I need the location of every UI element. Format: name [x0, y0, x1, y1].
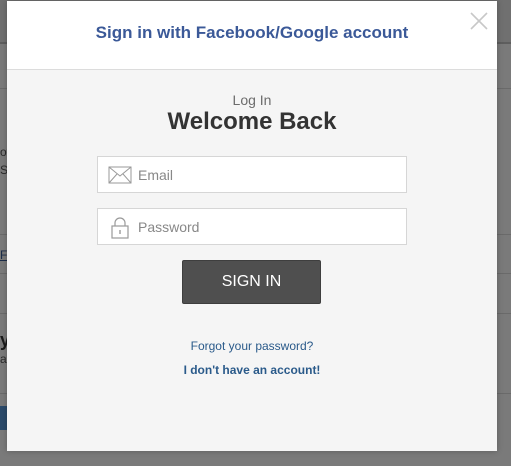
welcome-title: Welcome Back	[167, 108, 337, 135]
login-kicker: Log In	[232, 92, 272, 108]
social-signin-link[interactable]: Sign in with Facebook/Google account	[7, 23, 497, 43]
no-account-link[interactable]: I don't have an account!	[7, 363, 497, 377]
modal-header: Sign in with Facebook/Google account	[7, 1, 497, 70]
forgot-password-link[interactable]: Forgot your password?	[7, 339, 497, 353]
signin-button[interactable]: SIGN IN	[182, 260, 321, 304]
email-field[interactable]	[97, 156, 407, 193]
lock-icon	[108, 215, 132, 239]
close-icon	[470, 12, 488, 30]
envelope-icon	[108, 163, 132, 187]
login-modal: Sign in with Facebook/Google account Log…	[7, 1, 497, 451]
password-field[interactable]	[97, 208, 407, 245]
email-input[interactable]	[138, 157, 400, 192]
close-button[interactable]	[468, 10, 490, 32]
password-input[interactable]	[138, 209, 400, 244]
background-text: a	[0, 352, 7, 366]
